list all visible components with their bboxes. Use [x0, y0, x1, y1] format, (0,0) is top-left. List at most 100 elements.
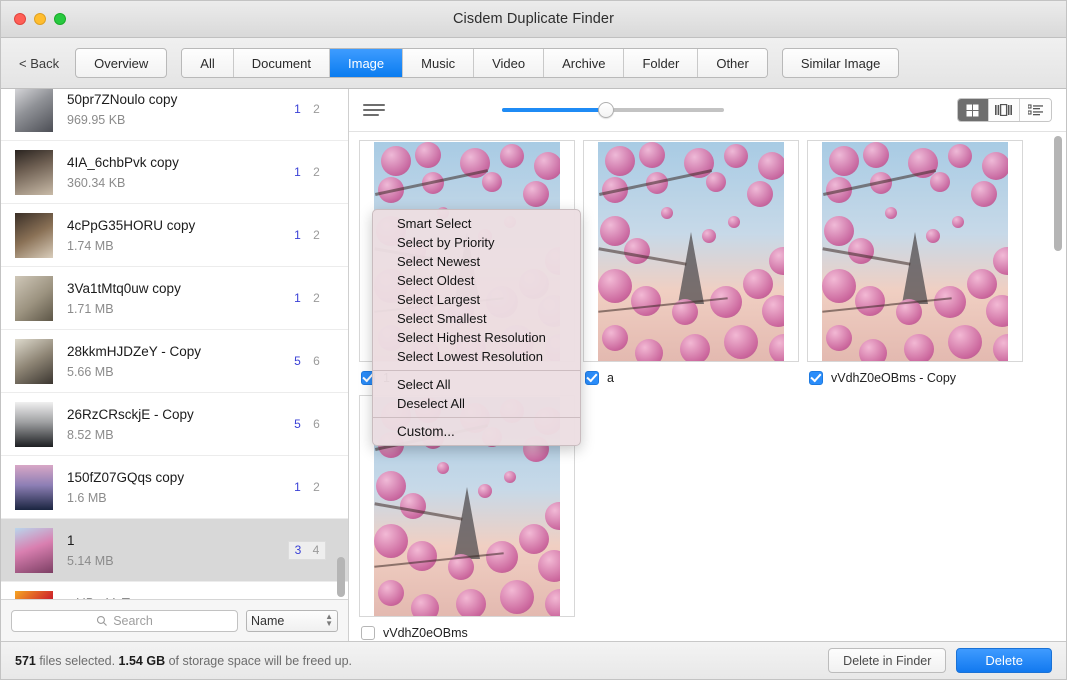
- file-name: 28kkmHJDZeY - Copy: [67, 343, 202, 359]
- sidebar-scrollbar[interactable]: [337, 557, 345, 647]
- back-button[interactable]: < Back: [13, 52, 67, 75]
- file-row[interactable]: 28kkmHJDZeY - Copy 5.66 MB 5 6: [1, 330, 348, 393]
- file-row[interactable]: 3Va1tMtq0uw copy 1.71 MB 1 2: [1, 267, 348, 330]
- file-thumbnail: [15, 275, 53, 321]
- menu-item[interactable]: Select Lowest Resolution: [373, 347, 580, 366]
- file-size: 1.6 MB: [67, 490, 107, 505]
- selected-count: 5: [294, 417, 301, 431]
- item-label-row: vVdhZ0eOBms - Copy: [809, 371, 1031, 385]
- tab-other[interactable]: Other: [698, 49, 767, 77]
- file-size: 5.66 MB: [67, 364, 114, 379]
- item-label-row: a: [585, 371, 807, 385]
- menu-item[interactable]: Select by Priority: [373, 233, 580, 252]
- tab-music[interactable]: Music: [403, 49, 475, 77]
- file-row[interactable]: 150fZ07GQqs copy 1.6 MB 1 2: [1, 456, 348, 519]
- file-name: --UBvrYcTxs: [67, 596, 288, 600]
- search-placeholder: Search: [113, 613, 153, 628]
- file-thumbnail: [15, 89, 53, 132]
- file-thumbnail: [15, 401, 53, 447]
- status-text-mid: files selected.: [35, 653, 119, 668]
- search-icon: [97, 615, 108, 626]
- menu-item[interactable]: Select Largest: [373, 290, 580, 309]
- similar-image-button[interactable]: Similar Image: [781, 48, 900, 78]
- selected-count: 1: [294, 165, 301, 179]
- preview-image[interactable]: [598, 141, 784, 361]
- selected-count: 1: [294, 102, 301, 116]
- menu-separator: [373, 417, 580, 418]
- item-checkbox[interactable]: [809, 371, 823, 385]
- delete-button[interactable]: Delete: [956, 648, 1052, 673]
- list-icon: [1027, 104, 1043, 116]
- storage-freed: 1.54 GB: [118, 653, 166, 668]
- file-name: 4cPpG35HORU copy: [67, 217, 196, 233]
- list-view-button[interactable]: [1019, 99, 1051, 121]
- grid-item[interactable]: vVdhZ0eOBms - Copy: [807, 140, 1031, 395]
- tab-folder[interactable]: Folder: [624, 49, 699, 77]
- preview-image[interactable]: [822, 141, 1008, 361]
- file-row[interactable]: --UBvrYcTxs6.19 MB23: [1, 582, 348, 599]
- duplicate-counts: 12: [288, 163, 326, 182]
- sort-value: Name: [251, 613, 285, 628]
- duplicate-file-list[interactable]: 50pr7ZNoulo copy 969.95 KB 1 2 4IA_6chbPvk c…: [1, 89, 348, 599]
- grid-view-button[interactable]: [957, 99, 989, 121]
- duplicate-counts: 34: [288, 540, 326, 560]
- item-name: a: [607, 371, 614, 385]
- file-meta: 4IA_6chbPvk copy 360.34 KB: [67, 155, 288, 190]
- menu-item[interactable]: Custom...: [373, 422, 580, 441]
- tab-document[interactable]: Document: [233, 49, 330, 77]
- file-name: 26RzCRsckjE - Copy: [67, 406, 194, 422]
- tab-image[interactable]: Image: [330, 49, 404, 77]
- coverflow-view-button[interactable]: [988, 99, 1020, 121]
- duplicate-counts: 56: [288, 352, 326, 371]
- selected-count: 1: [294, 228, 301, 242]
- menu-item[interactable]: Smart Select: [373, 214, 580, 233]
- category-tabs: All Document Image Music Video Archive F…: [181, 48, 768, 78]
- file-row[interactable]: 50pr7ZNoulo copy 969.95 KB 1 2: [1, 89, 348, 141]
- file-sidebar: 50pr7ZNoulo copy 969.95 KB 1 2 4IA_6chbPvk c…: [1, 89, 349, 641]
- total-count: 4: [307, 540, 326, 560]
- total-count: 2: [313, 102, 320, 116]
- file-row[interactable]: 4cPpG35HORU copy 1.74 MB 1 2: [1, 204, 348, 267]
- file-size: 5.14 MB: [67, 553, 114, 568]
- menu-item[interactable]: Select All: [373, 375, 580, 394]
- menu-item[interactable]: Select Highest Resolution: [373, 328, 580, 347]
- tab-video[interactable]: Video: [474, 49, 545, 77]
- grid-icon: [966, 104, 979, 116]
- item-checkbox[interactable]: [585, 371, 599, 385]
- total-count: 6: [313, 417, 320, 431]
- menu-item[interactable]: Select Oldest: [373, 271, 580, 290]
- file-name: 150fZ07GQqs copy: [67, 469, 185, 485]
- file-size: 969.95 KB: [67, 112, 126, 127]
- file-thumbnail: [15, 464, 53, 510]
- file-thumbnail: [15, 212, 53, 258]
- hamburger-menu-icon[interactable]: [363, 104, 385, 116]
- search-input[interactable]: Search: [11, 609, 238, 632]
- preview-toolbar: [349, 89, 1066, 131]
- tab-all[interactable]: All: [182, 49, 234, 77]
- selected-count: 1: [294, 480, 301, 494]
- duplicate-counts: 12: [288, 478, 326, 497]
- file-row[interactable]: 4IA_6chbPvk copy 360.34 KB 1 2: [1, 141, 348, 204]
- item-name: vVdhZ0eOBms: [383, 626, 468, 640]
- sort-select[interactable]: Name ▲ ▼: [246, 609, 338, 632]
- grid-item[interactable]: a: [583, 140, 807, 395]
- file-row[interactable]: 26RzCRsckjE - Copy 8.52 MB 5 6: [1, 393, 348, 456]
- menu-item[interactable]: Deselect All: [373, 394, 580, 413]
- view-mode-group: [956, 98, 1052, 122]
- file-row[interactable]: 1 5.14 MB 3 4: [1, 519, 348, 582]
- tab-archive[interactable]: Archive: [544, 49, 625, 77]
- item-label-row: vVdhZ0eOBms: [361, 626, 583, 640]
- overview-button[interactable]: Overview: [75, 48, 168, 78]
- file-size: 8.52 MB: [67, 427, 114, 442]
- delete-in-finder-button[interactable]: Delete in Finder: [828, 648, 947, 673]
- item-checkbox[interactable]: [361, 626, 375, 640]
- grid-scrollbar[interactable]: [1054, 136, 1062, 636]
- menu-item[interactable]: Select Smallest: [373, 309, 580, 328]
- content-area: 50pr7ZNoulo copy 969.95 KB 1 2 4IA_6chbPvk c…: [1, 89, 1066, 641]
- file-meta: 26RzCRsckjE - Copy 8.52 MB: [67, 407, 288, 442]
- file-meta: 150fZ07GQqs copy 1.6 MB: [67, 470, 288, 505]
- zoom-slider[interactable]: [501, 100, 724, 120]
- menu-item[interactable]: Select Newest: [373, 252, 580, 271]
- status-message: 571 files selected. 1.54 GB of storage s…: [15, 654, 352, 668]
- select-options-menu[interactable]: Smart Select Select by Priority Select New…: [372, 209, 581, 446]
